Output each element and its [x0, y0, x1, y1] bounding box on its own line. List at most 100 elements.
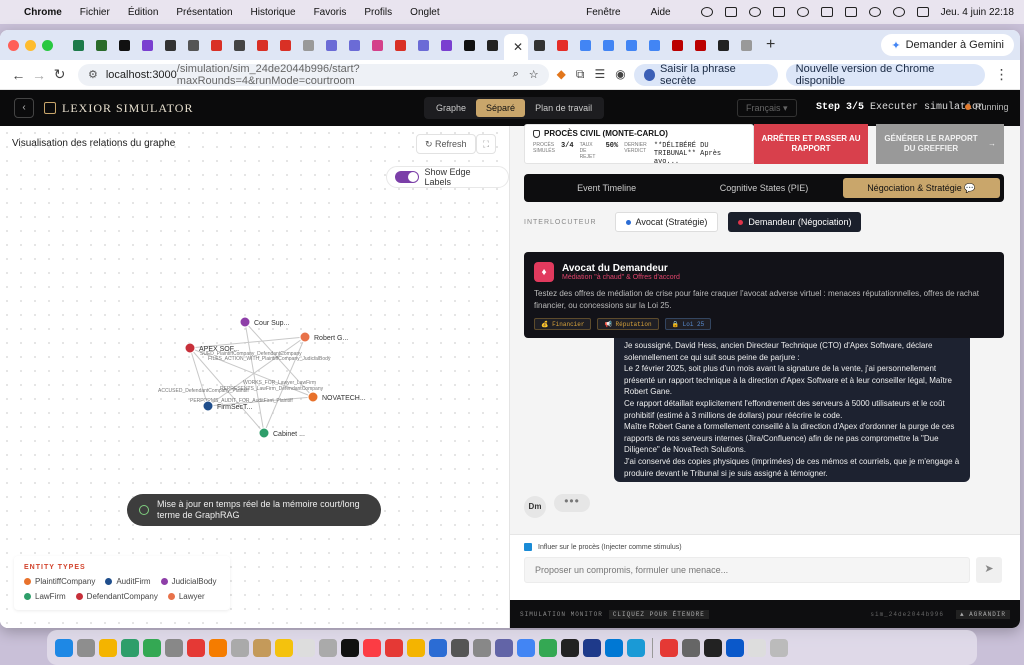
tab-right-4[interactable] — [597, 34, 619, 56]
dock-app-icon[interactable] — [99, 638, 117, 657]
monitor-expand-hint[interactable]: CLIQUEZ POUR ÉTENDRE — [608, 609, 709, 619]
tab-8[interactable] — [228, 34, 250, 56]
forward-arrow-icon[interactable]: → — [29, 67, 50, 83]
tab-negotiation-strategy[interactable]: Négociation & Stratégie 💬 — [842, 178, 1000, 198]
gemini-button[interactable]: ✦ Demander à Gemini — [881, 34, 1014, 56]
graph-node[interactable] — [307, 391, 319, 403]
view-mode-separe[interactable]: Séparé — [476, 99, 526, 117]
toggle-switch[interactable] — [395, 171, 419, 183]
tab-7[interactable] — [205, 34, 227, 56]
dock-app-icon[interactable] — [660, 638, 678, 657]
status-icon-4[interactable] — [772, 7, 785, 17]
dock-app-icon[interactable] — [748, 638, 766, 657]
tab-13[interactable] — [343, 34, 365, 56]
graph-node[interactable] — [184, 342, 196, 354]
back-arrow-icon[interactable]: ← — [8, 67, 29, 83]
graph-node[interactable] — [202, 400, 214, 412]
tab-12[interactable] — [320, 34, 342, 56]
dock-app-icon[interactable] — [121, 638, 139, 657]
bookmark-star-icon[interactable]: ☆ — [529, 68, 539, 81]
tab-14[interactable] — [366, 34, 388, 56]
dock-app-icon[interactable] — [726, 638, 744, 657]
tab-17[interactable] — [435, 34, 457, 56]
close-tab-icon[interactable]: ✕ — [513, 40, 523, 54]
dock-app-icon[interactable] — [385, 638, 403, 657]
search-icon[interactable] — [892, 7, 905, 17]
dock-app-icon[interactable] — [319, 638, 337, 657]
tab-right-3[interactable] — [574, 34, 596, 56]
dock-app-icon[interactable] — [495, 638, 513, 657]
wifi-icon[interactable] — [868, 7, 881, 17]
menu-profils[interactable]: Profils — [364, 7, 392, 18]
tab-1[interactable] — [67, 34, 89, 56]
message-input[interactable]: Proposer un compromis, formuler une mena… — [524, 557, 970, 583]
status-icon-5[interactable] — [796, 7, 809, 17]
control-center-icon[interactable] — [916, 7, 929, 17]
extensions-puzzle-icon[interactable]: ⧉ — [576, 67, 585, 82]
tab-right-5[interactable] — [620, 34, 642, 56]
tab-right-8[interactable] — [689, 34, 711, 56]
dock-app-icon[interactable] — [55, 638, 73, 657]
tab-10[interactable] — [274, 34, 296, 56]
dock-app-icon[interactable] — [297, 638, 315, 657]
status-icon-2[interactable] — [724, 7, 737, 17]
dock-app-icon[interactable] — [341, 638, 359, 657]
inject-stimulus-checkbox[interactable]: Influer sur le procès (Injecter comme st… — [524, 543, 682, 551]
chrome-menu-icon[interactable]: ⋮ — [991, 66, 1012, 83]
menu-fenetre[interactable]: Fenêtre — [586, 7, 620, 18]
tag-loi-25[interactable]: 🔒 Loi 25 — [664, 318, 712, 330]
tag-financier[interactable]: 💰 Financier — [534, 318, 592, 330]
view-mode-plan[interactable]: Plan de travail — [525, 99, 602, 117]
tab-right-6[interactable] — [643, 34, 665, 56]
dock-app-icon[interactable] — [275, 638, 293, 657]
minimize-window-button[interactable] — [25, 39, 36, 51]
back-button[interactable]: ‹ — [14, 98, 34, 118]
tab-16[interactable] — [412, 34, 434, 56]
tab-right-7[interactable] — [666, 34, 688, 56]
tab-right-1[interactable] — [528, 34, 550, 56]
menu-historique[interactable]: Historique — [251, 7, 296, 18]
battery-icon[interactable] — [844, 7, 857, 17]
new-tab-button[interactable]: + — [766, 36, 775, 54]
tab-active[interactable]: ✕ — [504, 34, 528, 60]
metamask-icon[interactable]: ◆ — [557, 67, 566, 82]
graph-node[interactable] — [258, 427, 270, 439]
send-icon[interactable]: ➤ — [976, 557, 1002, 583]
menu-fichier[interactable]: Fichier — [80, 7, 110, 18]
tab-3[interactable] — [113, 34, 135, 56]
dock-app-icon[interactable] — [209, 638, 227, 657]
dock-app-icon[interactable] — [253, 638, 271, 657]
tab-cognitive-states[interactable]: Cognitive States (PIE) — [685, 178, 842, 198]
tag-reputation[interactable]: 📢 Réputation — [597, 318, 659, 330]
monitor-grow-button[interactable]: ▲ AGRANDIR — [955, 609, 1010, 619]
dock-app-icon[interactable] — [407, 638, 425, 657]
tab-right-2[interactable] — [551, 34, 573, 56]
tab-11[interactable] — [297, 34, 319, 56]
tab-15[interactable] — [389, 34, 411, 56]
refresh-button[interactable]: ↻ Refresh — [416, 134, 476, 154]
profile-icon[interactable]: ◉ — [615, 67, 625, 82]
dock-app-icon[interactable] — [143, 638, 161, 657]
tab-right-10[interactable] — [735, 34, 757, 56]
tab-event-timeline[interactable]: Event Timeline — [528, 178, 685, 198]
dock-app-icon[interactable] — [363, 638, 381, 657]
menu-favoris[interactable]: Favoris — [314, 7, 347, 18]
dock-app-icon[interactable] — [451, 638, 469, 657]
tab-5[interactable] — [159, 34, 181, 56]
dock-app-icon[interactable] — [473, 638, 491, 657]
tab-6[interactable] — [182, 34, 204, 56]
chrome-update-button[interactable]: Nouvelle version de Chrome disponible — [785, 63, 986, 87]
view-mode-graphe[interactable]: Graphe — [426, 99, 476, 117]
tab-4[interactable] — [136, 34, 158, 56]
dock-app-icon[interactable] — [165, 638, 183, 657]
dock-app-icon[interactable] — [561, 638, 579, 657]
menubar-clock[interactable]: Jeu. 4 juin 22:18 — [941, 7, 1014, 18]
dock-app-icon[interactable] — [583, 638, 601, 657]
menu-onglet[interactable]: Onglet — [410, 7, 439, 18]
tab-9[interactable] — [251, 34, 273, 56]
tab-19[interactable] — [481, 34, 503, 56]
edge-labels-toggle[interactable]: Show Edge Labels — [386, 166, 509, 188]
secret-phrase-button[interactable]: Saisir la phrase secrète — [633, 63, 778, 87]
tab-18[interactable] — [458, 34, 480, 56]
dock-app-icon[interactable] — [605, 638, 623, 657]
